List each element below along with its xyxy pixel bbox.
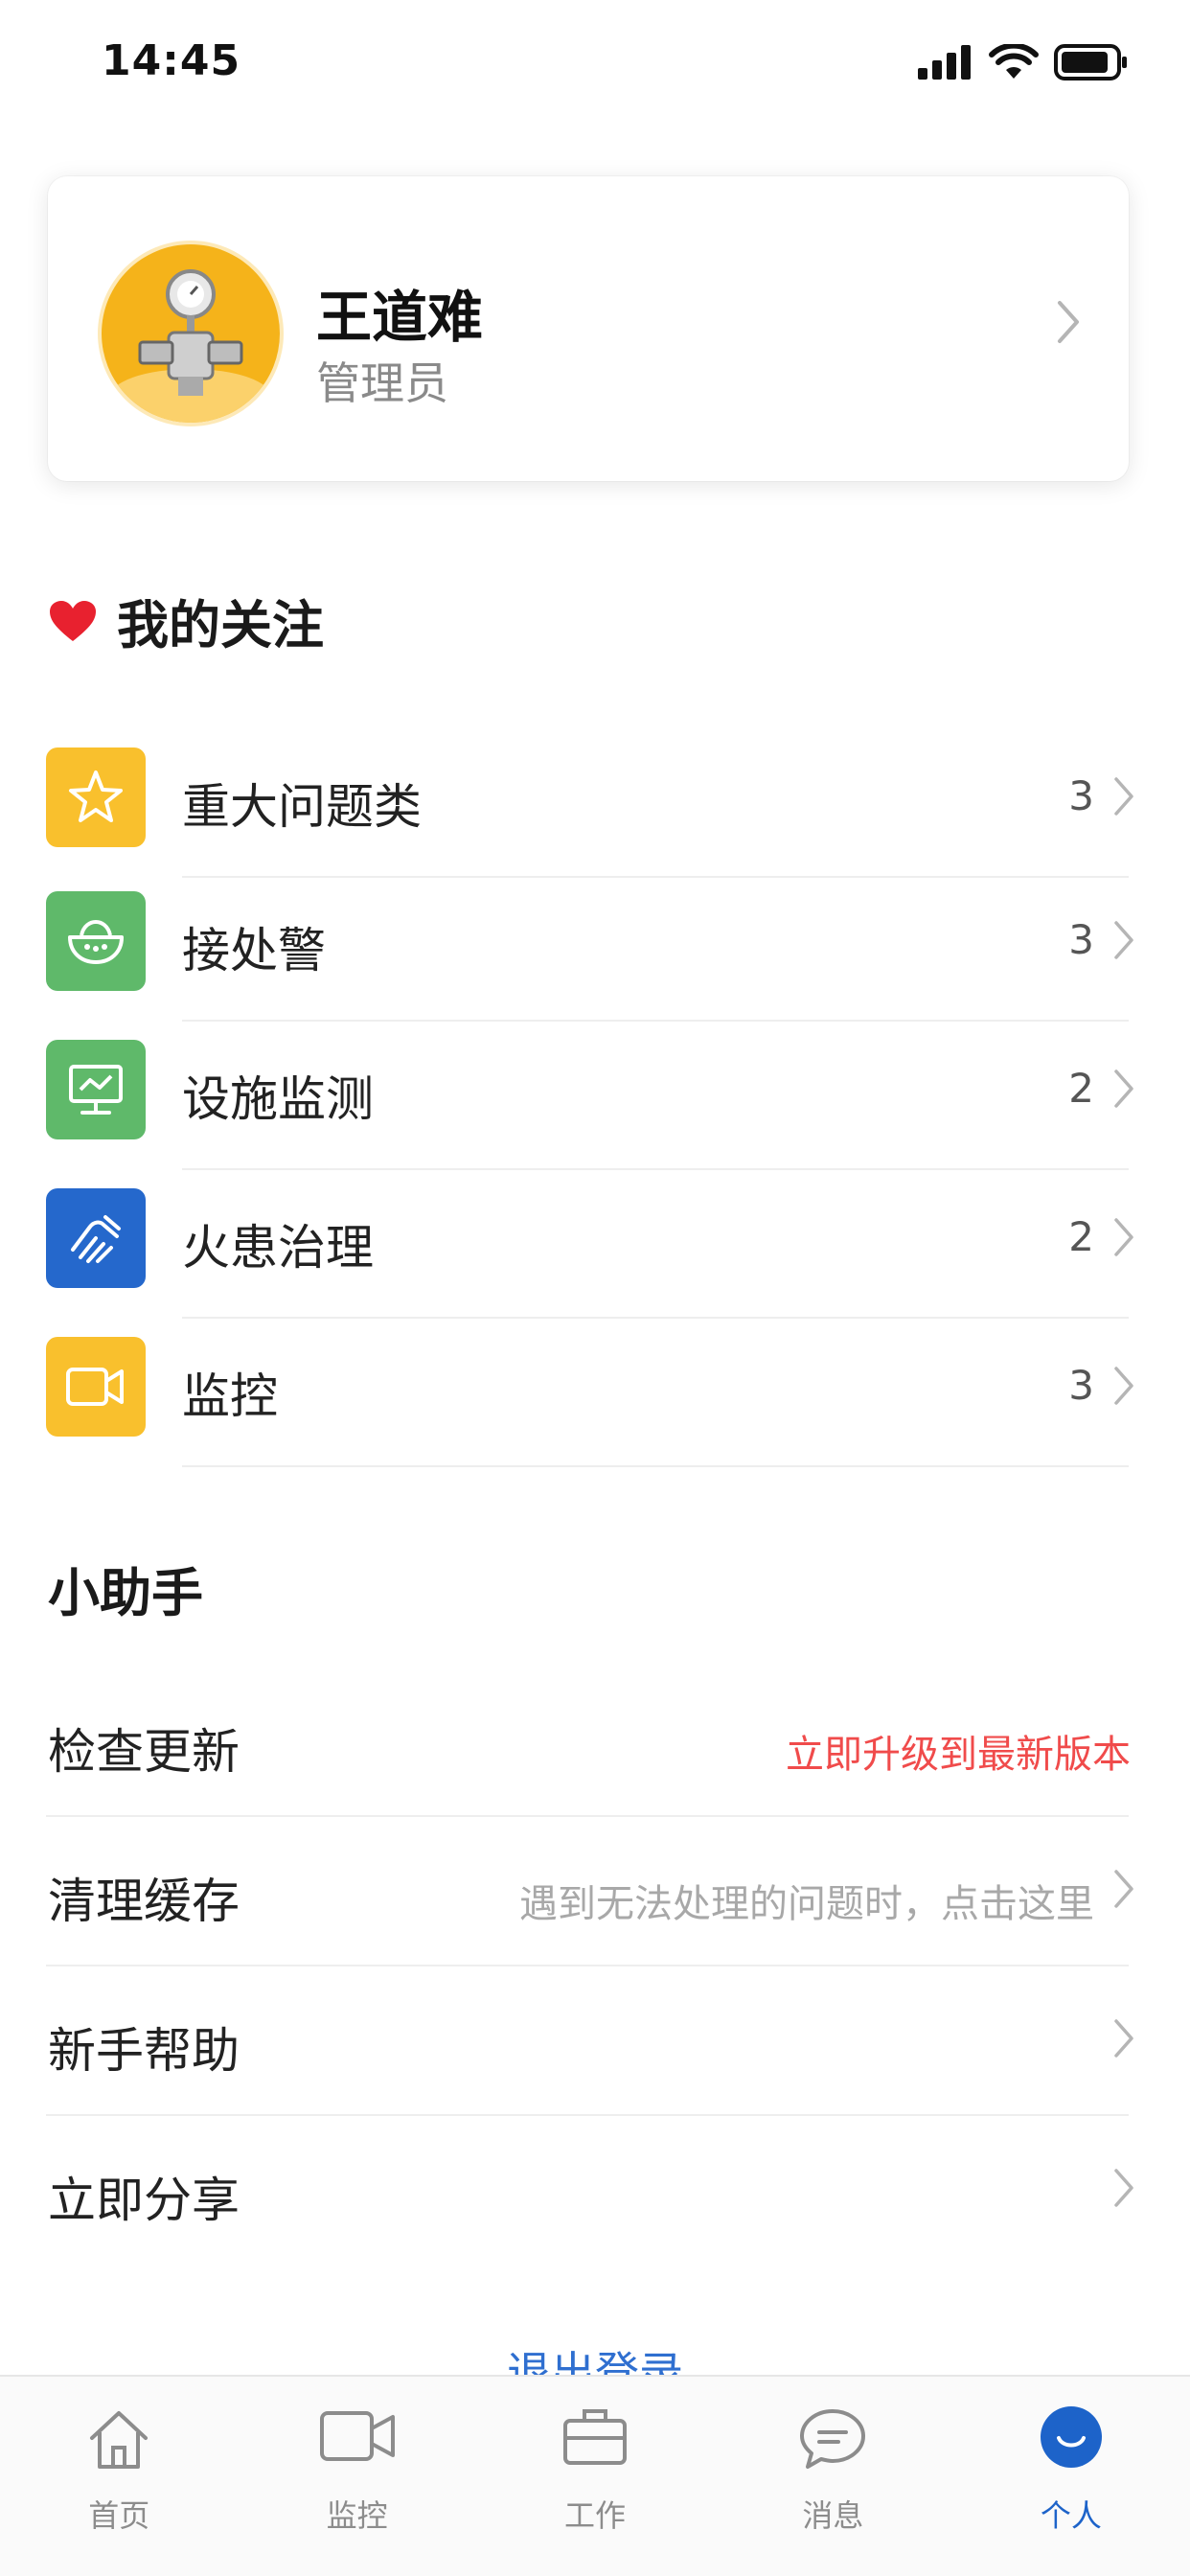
follow-item-label: 火患治理 [182,1220,374,1276]
signal-icon [918,45,971,80]
star-icon [69,770,123,822]
follow-item-facility-monitoring[interactable]: 设施监测 2 [0,1021,1190,1170]
assist-item-label: 立即分享 [48,2173,240,2228]
follow-icon-bg [46,1188,146,1288]
chevron-right-icon [1114,1870,1133,1908]
profile-name: 王道难 [316,285,484,350]
assist-item-beginner-help[interactable]: 新手帮助 [0,1966,1190,2116]
follow-icon-bg [46,891,146,991]
status-time: 14:45 [102,36,241,85]
follow-section-title: 我的关注 [117,595,324,656]
follow-icon-bg [46,1040,146,1139]
follow-item-surveillance[interactable]: 监控 3 [0,1318,1190,1467]
avatar [102,244,280,423]
chevron-right-icon [1114,777,1133,816]
follow-icon-bg [46,1337,146,1437]
chevron-right-icon [1114,1070,1133,1108]
assist-item-clear-cache[interactable]: 清理缓存 遇到无法处理的问题时，点击这里 [0,1817,1190,1966]
follow-item-major-issues[interactable]: 重大问题类 3 [0,728,1190,878]
hand-icon [71,1215,121,1263]
follow-item-label: 监控 [182,1368,278,1424]
assistant-section-header: 小助手 [48,1551,203,1626]
chevron-right-icon [1114,2019,1133,2058]
tab-work[interactable]: 工作 [476,2377,714,2576]
assist-item-label: 新手帮助 [48,2023,240,2079]
camera-icon [66,1368,124,1406]
battery-icon [1054,44,1127,80]
wifi-icon [989,44,1039,79]
follow-item-label: 设施监测 [182,1071,374,1127]
update-hint: 立即升级到最新版本 [786,1733,1131,1777]
bowl-icon [68,919,124,964]
tab-monitoring[interactable]: 监控 [238,2377,475,2576]
tab-label: 个人 [1040,2497,1102,2534]
heart-icon [50,600,96,641]
follow-item-label: 接处警 [182,923,326,978]
follow-item-label: 重大问题类 [182,779,422,835]
chevron-right-icon [1114,1218,1133,1256]
divider [182,1465,1129,1467]
bottom-tab-bar: 首页 监控 工作 消息 个人 [0,2375,1190,2576]
monitor-icon [69,1065,123,1115]
follow-item-count: 2 [1068,1065,1094,1112]
profile-card[interactable]: 王道难 管理员 [48,176,1129,481]
assist-item-share[interactable]: 立即分享 [0,2116,1190,2266]
camera-icon [319,2411,395,2461]
tab-personal[interactable]: 个人 [952,2377,1190,2576]
assist-item-label: 清理缓存 [48,1874,240,1929]
chevron-right-icon [1114,2169,1133,2207]
tab-messages[interactable]: 消息 [714,2377,951,2576]
follow-item-count: 3 [1068,1362,1094,1409]
chevron-right-icon [1058,301,1079,343]
status-bar: 14:45 [0,0,1190,125]
follow-icon-bg [46,748,146,847]
person-icon [1040,2406,1102,2468]
follow-section-header: 我的关注 [48,583,324,658]
follow-item-count: 2 [1068,1213,1094,1260]
clear-cache-hint: 遇到无法处理的问题时，点击这里 [519,1882,1094,1926]
chevron-right-icon [1114,1367,1133,1405]
tab-label: 工作 [564,2497,627,2534]
home-icon [90,2411,149,2469]
assist-item-check-update[interactable]: 检查更新 立即升级到最新版本 [0,1668,1190,1817]
tab-label: 首页 [88,2497,150,2534]
tab-label: 消息 [802,2497,864,2534]
chat-icon [800,2409,866,2469]
tab-home[interactable]: 首页 [0,2377,238,2576]
assistant-section-title: 小助手 [48,1563,203,1623]
hydrant-avatar-icon [109,269,272,423]
briefcase-icon [563,2409,628,2465]
assist-item-label: 检查更新 [48,1724,240,1780]
tab-label: 监控 [326,2497,388,2534]
follow-item-count: 3 [1068,772,1094,819]
profile-role: 管理员 [316,357,448,409]
status-icons [918,44,1129,80]
chevron-right-icon [1114,921,1133,959]
follow-item-fire-hazard[interactable]: 火患治理 2 [0,1169,1190,1319]
follow-item-count: 3 [1068,916,1094,963]
profile-page: 14:45 王道难 管理员 我的关注 重大问题类 3 接处警 3 设施监测 2 … [0,0,1190,2576]
follow-item-police-response[interactable]: 接处警 3 [0,872,1190,1022]
